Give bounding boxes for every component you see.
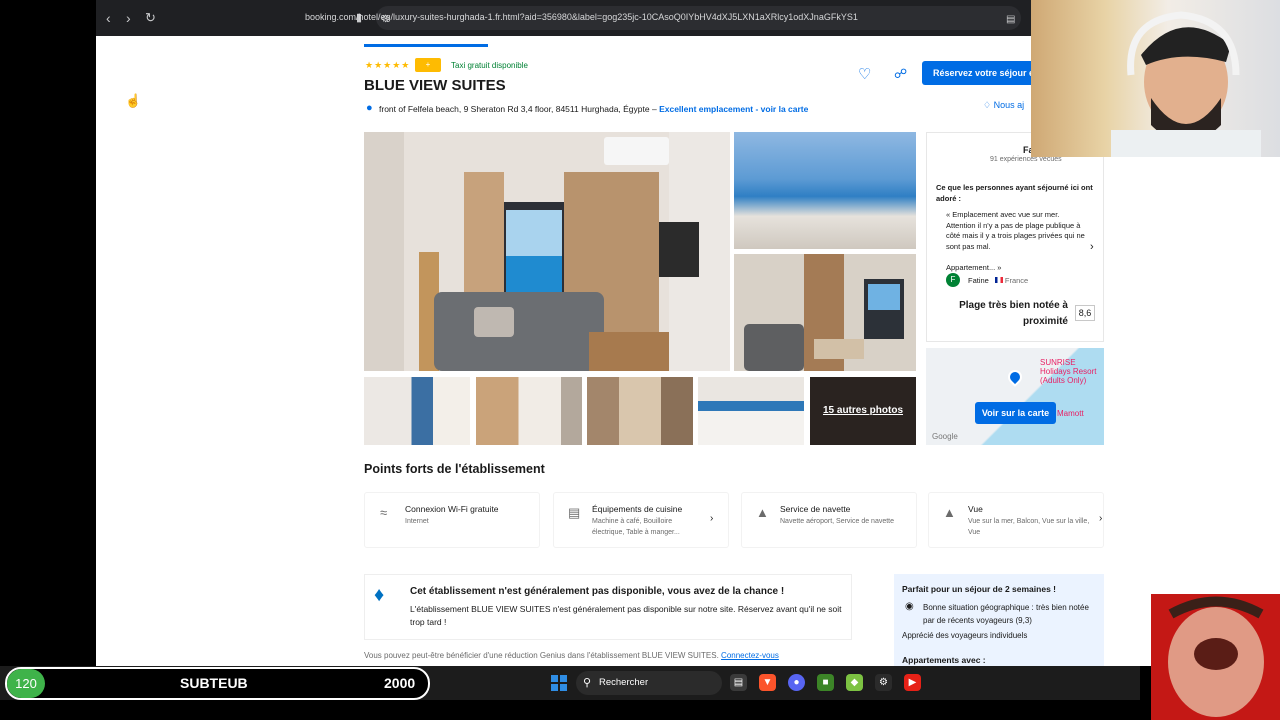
highlight-title: Équipements de cuisine (592, 504, 683, 514)
review-more: Appartement... » (946, 263, 1002, 272)
preferred-badge: + (415, 58, 441, 72)
heart-icon[interactable]: ♡ (858, 65, 871, 83)
map-poi-label: Mamott (1057, 409, 1084, 418)
discord-icon[interactable]: ● (788, 674, 805, 691)
brave-browser-icon[interactable]: ▼ (759, 674, 776, 691)
review-quote: « Emplacement avec vue sur mer. Attentio… (946, 210, 1085, 251)
price-match-text: Nous aj (993, 100, 1025, 110)
genius-promo: Vous pouvez peut-être bénéficier d'une r… (364, 651, 779, 660)
avatar: F (946, 273, 960, 287)
highlight-sub: Vue sur la mer, Balcon, Vue sur la ville… (968, 518, 1090, 536)
sea-view-photo[interactable] (734, 132, 916, 249)
reload-icon[interactable]: ↻ (145, 10, 156, 26)
sub-goal: 2000 (384, 675, 416, 691)
reviewer-name: Fatine (968, 276, 989, 285)
search-placeholder[interactable]: Rechercher (599, 677, 648, 688)
webcam-feed-2 (1151, 594, 1280, 720)
reviewer-country: France (1004, 276, 1029, 285)
mouse-cursor-icon: ☝ (125, 93, 142, 108)
map-poi-label: SUNRISE Holidays Resort (Adults Only) (1040, 358, 1097, 385)
map-link[interactable]: Excellent emplacement - voir la carte (659, 104, 808, 114)
review-heading: Ce que les personnes ayant séjourné ici … (936, 183, 1093, 203)
windows-start-icon[interactable] (551, 675, 567, 691)
location-pin-icon: ● (366, 102, 373, 114)
webcam-feed (1031, 0, 1280, 157)
taxi-label: Taxi gratuit disponible (451, 61, 528, 70)
view-icon: ▲ (943, 505, 956, 520)
google-logo: Google (932, 432, 958, 441)
availability-body: L'établissement BLUE VIEW SUITES n'est g… (410, 604, 842, 627)
thumbnail-photo[interactable] (364, 377, 470, 445)
beach-score: 8,6 (1075, 305, 1095, 321)
highlight-sub: Internet (405, 518, 429, 525)
settings-icon[interactable]: ⚙ (875, 674, 892, 691)
highlight-sub: Machine à café, Bouilloire électrique, T… (592, 518, 680, 536)
genius-promo-text: Vous pouvez peut-être bénéficier d'une r… (364, 651, 719, 660)
beach-label: Plage très bien notée à proximité (959, 300, 1068, 327)
hotel-address: front of Felfela beach, 9 Sheraton Rd 3,… (379, 104, 808, 114)
diamond-icon: ♦ (374, 584, 385, 606)
reader-icon[interactable]: ▤ (1006, 12, 1015, 28)
thumbnail-photo[interactable] (476, 377, 582, 445)
stay-travellers: Apprécié des voyageurs individuels (902, 631, 1028, 640)
back-icon[interactable]: ‹ (106, 10, 111, 26)
chevron-right-icon[interactable]: › (1099, 513, 1102, 524)
stay-location: Bonne situation géographique : très bien… (923, 603, 1089, 625)
chevron-right-icon[interactable]: › (1090, 241, 1094, 253)
active-tab-underline (364, 44, 488, 47)
address-url[interactable]: booking.com/hotel/eg/luxury-suites-hurgh… (305, 12, 900, 22)
file-explorer-icon[interactable]: ▤ (730, 674, 747, 691)
more-photos-label[interactable]: 15 autres photos (810, 405, 916, 416)
green-app-icon[interactable]: ◆ (846, 674, 863, 691)
living-room-photo[interactable] (734, 254, 916, 371)
sub-name: SUBTEUB (180, 675, 248, 691)
youtube-icon[interactable]: ▶ (904, 674, 921, 691)
star-rating: ★★★★★ (365, 60, 411, 70)
price-match-link[interactable]: ♢ Nous aj (983, 100, 1024, 111)
reviewer-info: Fatine France (968, 276, 1028, 285)
chevron-right-icon[interactable]: › (710, 513, 713, 524)
main-photo[interactable] (364, 132, 730, 371)
stay-title: Parfait pour un séjour de 2 semaines ! (902, 584, 1056, 594)
address-text: front of Felfela beach, 9 Sheraton Rd 3,… (379, 104, 657, 114)
review-count: 91 expériences vécues (990, 156, 1062, 163)
sub-count-badge: 120 (7, 669, 45, 698)
login-link[interactable]: Connectez-vous (721, 651, 779, 660)
flag-icon (994, 277, 1003, 283)
forward-icon[interactable]: › (126, 10, 131, 26)
availability-title: Cet établissement n'est généralement pas… (410, 586, 785, 597)
thumbnail-photo[interactable] (587, 377, 693, 445)
shuttle-icon: ▲ (756, 505, 769, 520)
highlight-title: Service de navette (780, 504, 851, 514)
reserve-button[interactable]: Réservez votre séjour ei (922, 61, 1037, 85)
stay-apartments: Appartements avec : (902, 655, 986, 665)
highlight-title: Vue (968, 504, 983, 514)
kitchen-icon: ▤ (568, 505, 581, 520)
minecraft-icon[interactable]: ■ (817, 674, 834, 691)
taskbar-search[interactable] (576, 671, 722, 695)
search-icon: ⚲ (583, 677, 592, 689)
wifi-icon: ≈ (380, 505, 388, 520)
thumbnail-photo[interactable] (698, 377, 804, 445)
view-on-map-button[interactable]: Voir sur la carte (975, 402, 1056, 424)
share-icon[interactable]: ☍ (894, 66, 907, 82)
location-pin-icon: ◉ (905, 601, 914, 612)
hotel-title: BLUE VIEW SUITES (364, 77, 506, 94)
highlight-title: Connexion Wi-Fi gratuite (405, 504, 499, 514)
highlights-title: Points forts de l'établissement (364, 462, 545, 476)
highlight-sub: Navette aéroport, Service de navette (780, 518, 895, 525)
